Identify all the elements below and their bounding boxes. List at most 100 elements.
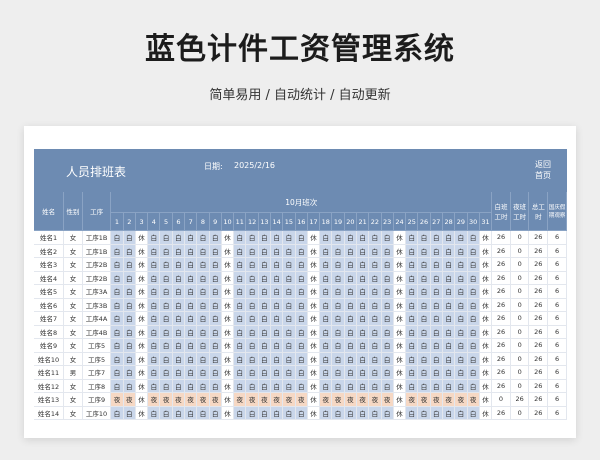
shift-cell[interactable]: 白 bbox=[442, 298, 456, 312]
shift-cell[interactable]: 白 bbox=[172, 257, 186, 272]
shift-cell[interactable]: 休 bbox=[221, 352, 235, 366]
shift-cell[interactable]: 白 bbox=[467, 230, 480, 245]
shift-cell[interactable]: 白 bbox=[295, 244, 308, 258]
shift-cell[interactable]: 白 bbox=[245, 325, 259, 339]
shift-cell[interactable]: 白 bbox=[454, 365, 468, 380]
shift-cell[interactable]: 白 bbox=[344, 230, 357, 245]
table-row[interactable]: 姓名14 女工序10 白白休白白白白白白休白白白白白白休白白白白白白休白白白白白白休… bbox=[34, 406, 567, 420]
shift-cell[interactable]: 白 bbox=[417, 230, 431, 245]
shift-cell[interactable]: 白 bbox=[110, 338, 124, 353]
shift-cell[interactable]: 夜 bbox=[110, 392, 124, 407]
shift-cell[interactable]: 白 bbox=[319, 338, 333, 353]
shift-cell[interactable]: 白 bbox=[295, 230, 308, 245]
shift-cell[interactable]: 休 bbox=[479, 352, 493, 366]
shift-cell[interactable]: 白 bbox=[172, 365, 186, 380]
shift-cell[interactable]: 白 bbox=[405, 325, 419, 339]
shift-cell[interactable]: 白 bbox=[209, 284, 222, 299]
shift-cell[interactable]: 白 bbox=[196, 352, 210, 366]
shift-cell[interactable]: 白 bbox=[368, 271, 382, 285]
shift-cell[interactable]: 白 bbox=[233, 379, 247, 393]
shift-cell[interactable]: 白 bbox=[467, 257, 480, 272]
shift-cell[interactable]: 白 bbox=[147, 230, 161, 245]
shift-cell[interactable]: 夜 bbox=[319, 392, 333, 407]
shift-cell[interactable]: 白 bbox=[233, 325, 247, 339]
shift-cell[interactable]: 白 bbox=[295, 325, 308, 339]
shift-cell[interactable]: 白 bbox=[196, 257, 210, 272]
shift-cell[interactable]: 白 bbox=[245, 284, 259, 299]
shift-cell[interactable]: 休 bbox=[479, 379, 493, 393]
shift-cell[interactable]: 白 bbox=[258, 352, 272, 366]
shift-cell[interactable]: 白 bbox=[270, 230, 284, 245]
shift-cell[interactable]: 白 bbox=[344, 338, 357, 353]
shift-cell[interactable]: 白 bbox=[417, 379, 431, 393]
shift-cell[interactable]: 休 bbox=[135, 365, 149, 380]
shift-cell[interactable]: 白 bbox=[123, 365, 136, 380]
shift-cell[interactable]: 白 bbox=[331, 338, 345, 353]
shift-cell[interactable]: 白 bbox=[454, 271, 468, 285]
shift-cell[interactable]: 夜 bbox=[331, 392, 345, 407]
shift-cell[interactable]: 白 bbox=[258, 244, 272, 258]
shift-cell[interactable]: 白 bbox=[245, 244, 259, 258]
shift-cell[interactable]: 休 bbox=[135, 311, 149, 326]
shift-cell[interactable]: 白 bbox=[417, 406, 431, 420]
shift-cell[interactable]: 白 bbox=[196, 271, 210, 285]
shift-cell[interactable]: 白 bbox=[405, 257, 419, 272]
shift-cell[interactable]: 白 bbox=[258, 406, 272, 420]
shift-cell[interactable]: 白 bbox=[233, 352, 247, 366]
shift-cell[interactable]: 白 bbox=[381, 338, 394, 353]
shift-cell[interactable]: 白 bbox=[233, 271, 247, 285]
shift-cell[interactable]: 休 bbox=[135, 244, 149, 258]
shift-cell[interactable]: 休 bbox=[135, 257, 149, 272]
shift-cell[interactable]: 夜 bbox=[454, 392, 468, 407]
shift-cell[interactable]: 白 bbox=[405, 338, 419, 353]
shift-cell[interactable]: 白 bbox=[258, 298, 272, 312]
shift-cell[interactable]: 白 bbox=[196, 379, 210, 393]
shift-cell[interactable]: 白 bbox=[245, 365, 259, 380]
shift-cell[interactable]: 白 bbox=[344, 406, 357, 420]
shift-cell[interactable]: 白 bbox=[147, 311, 161, 326]
shift-cell[interactable]: 白 bbox=[430, 298, 443, 312]
shift-cell[interactable]: 白 bbox=[209, 257, 222, 272]
shift-cell[interactable]: 白 bbox=[258, 257, 272, 272]
shift-cell[interactable]: 休 bbox=[479, 406, 493, 420]
shift-cell[interactable]: 休 bbox=[135, 379, 149, 393]
shift-cell[interactable]: 白 bbox=[442, 311, 456, 326]
shift-cell[interactable]: 白 bbox=[233, 365, 247, 380]
shift-cell[interactable]: 白 bbox=[368, 311, 382, 326]
table-row[interactable]: 姓名6 女工序3B 白白休白白白白白白休白白白白白白休白白白白白白休白白白白白白休 2… bbox=[34, 298, 567, 312]
shift-cell[interactable]: 白 bbox=[344, 284, 357, 299]
shift-cell[interactable]: 休 bbox=[221, 406, 235, 420]
shift-cell[interactable]: 白 bbox=[368, 365, 382, 380]
shift-cell[interactable]: 白 bbox=[430, 230, 443, 245]
shift-cell[interactable]: 休 bbox=[135, 298, 149, 312]
shift-cell[interactable]: 白 bbox=[159, 325, 173, 339]
shift-cell[interactable]: 白 bbox=[417, 298, 431, 312]
shift-cell[interactable]: 白 bbox=[233, 338, 247, 353]
shift-cell[interactable]: 白 bbox=[356, 325, 370, 339]
shift-cell[interactable]: 白 bbox=[442, 284, 456, 299]
shift-cell[interactable]: 休 bbox=[135, 284, 149, 299]
shift-cell[interactable]: 白 bbox=[159, 298, 173, 312]
shift-cell[interactable]: 休 bbox=[221, 257, 235, 272]
shift-cell[interactable]: 白 bbox=[245, 257, 259, 272]
shift-cell[interactable]: 白 bbox=[381, 311, 394, 326]
shift-cell[interactable]: 白 bbox=[295, 257, 308, 272]
shift-cell[interactable]: 白 bbox=[430, 284, 443, 299]
shift-cell[interactable]: 白 bbox=[430, 338, 443, 353]
shift-cell[interactable]: 休 bbox=[393, 365, 407, 380]
shift-cell[interactable]: 白 bbox=[209, 365, 222, 380]
shift-cell[interactable]: 白 bbox=[368, 338, 382, 353]
shift-cell[interactable]: 白 bbox=[123, 271, 136, 285]
shift-cell[interactable]: 白 bbox=[467, 352, 480, 366]
shift-cell[interactable]: 白 bbox=[184, 271, 198, 285]
shift-cell[interactable]: 白 bbox=[331, 325, 345, 339]
shift-cell[interactable]: 白 bbox=[467, 244, 480, 258]
shift-cell[interactable]: 白 bbox=[405, 284, 419, 299]
shift-cell[interactable]: 白 bbox=[172, 406, 186, 420]
shift-cell[interactable]: 白 bbox=[196, 230, 210, 245]
shift-cell[interactable]: 夜 bbox=[258, 392, 272, 407]
shift-cell[interactable]: 白 bbox=[331, 365, 345, 380]
shift-cell[interactable]: 白 bbox=[233, 244, 247, 258]
shift-cell[interactable]: 休 bbox=[307, 392, 321, 407]
shift-cell[interactable]: 白 bbox=[245, 271, 259, 285]
